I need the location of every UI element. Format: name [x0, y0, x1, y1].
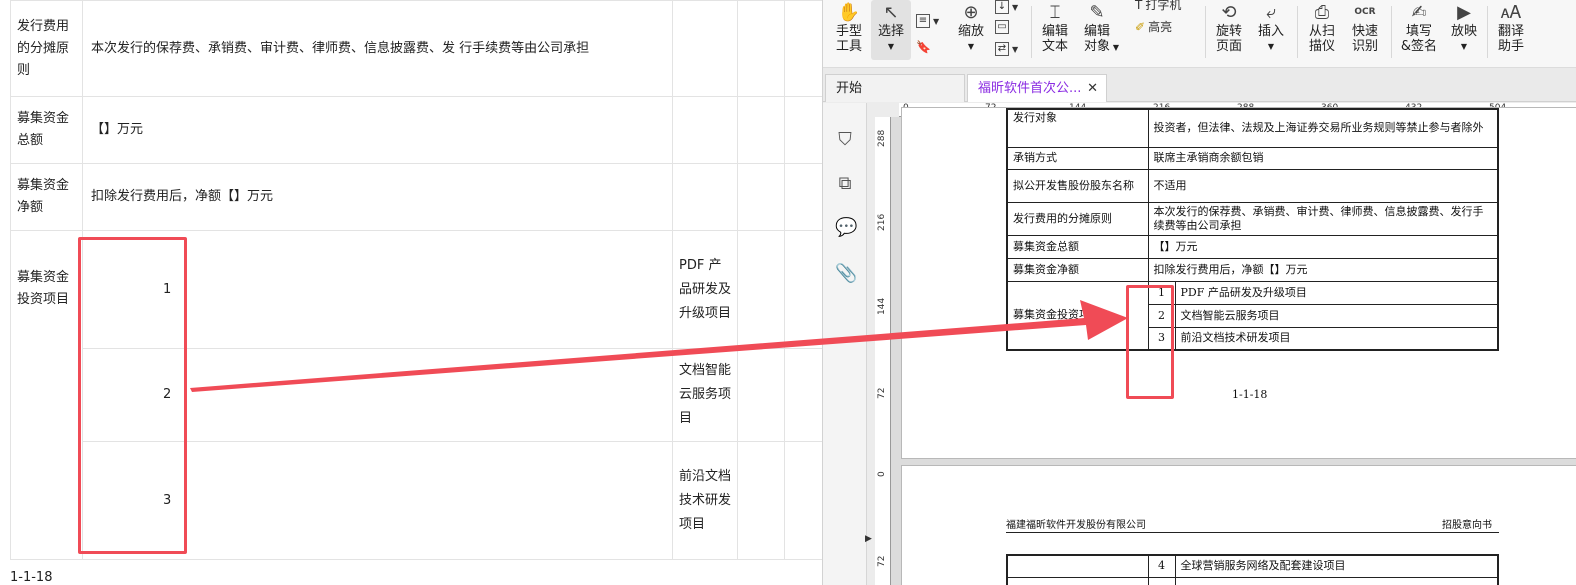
pdf-page: 发行对象 投资者，但法律、法规及上海证券交易所业务规则等禁止参与者除外 承销方式…	[901, 107, 1576, 459]
highlight-box-right	[1126, 285, 1174, 399]
table-row: 4 全球营销服务网络及配套建设项目	[1006, 554, 1499, 578]
select-tool-button[interactable]: ↖ 选择 ▼	[871, 0, 911, 60]
typewriter-button[interactable]: T 打字机	[1135, 0, 1181, 13]
company-header: 福建福昕软件开发股份有限公司	[1006, 520, 1146, 531]
edit-object-icon: ✎	[1089, 1, 1105, 23]
chevron-down-icon: ▼	[1112, 43, 1120, 52]
rotate-icon: ⟲	[1221, 1, 1237, 23]
bookmark-panel-icon[interactable]: ⛉	[835, 129, 855, 151]
highlight-box-left	[78, 237, 187, 554]
zoom-in-icon: ⊕	[963, 1, 979, 23]
pdf-table: 4 全球营销服务网络及配套建设项目	[1006, 554, 1499, 585]
hand-tool-button[interactable]: ✋ 手型 工具	[829, 0, 869, 54]
chevron-down-icon: ▼	[1267, 42, 1275, 51]
pdf-editor-window: ✋ 手型 工具 ↖ 选择 ▼ ≡ ▼ 🔖 ⊕ 缩放 ▼ ↓ ▼ ▭ ⇄ ▼ ⌶ 编辑 …	[822, 0, 1576, 585]
row-label: 发行费用的分摊原则	[10, 0, 83, 97]
scan-button[interactable]: ⎙ 从扫 描仪	[1303, 0, 1341, 54]
play-icon: ▶	[1457, 1, 1471, 23]
converted-document-view: 发行费用的分摊原则 本次发行的保荐费、承销费、审计费、律师费、信息披露费、发 行…	[0, 0, 822, 585]
bookmark-icon: 🔖	[916, 40, 931, 54]
table-row: 拟公开发售股份股东名称 不适用	[1006, 168, 1499, 203]
table-row: 发行费用的分摊原则 本次发行的保荐费、承销费、审计费、律师费、信息披露费、发 行…	[10, 0, 822, 97]
scanner-icon: ⎙	[1314, 1, 1330, 23]
insert-page-button[interactable]: ⤶ 插入 ▼	[1255, 0, 1287, 54]
invest-label: 募集资金投资项目	[10, 230, 83, 560]
tab-bar: 开始 福昕软件首次公... ✕	[823, 68, 1576, 102]
pages-panel-icon[interactable]: ⧉	[835, 173, 855, 195]
list-icon: ≡	[916, 14, 930, 28]
attachments-panel-icon[interactable]: 📎	[835, 263, 857, 285]
reflow-button[interactable]: ⇄ ▼	[995, 42, 1018, 56]
table-row: 发行对象 投资者，但法律、法规及上海证券交易所业务规则等禁止参与者除外	[1006, 108, 1499, 148]
vertical-ruler: 288 216 144 72 0 72	[875, 117, 891, 585]
translate-button[interactable]: 🗚 翻译 助手	[1491, 0, 1531, 54]
table-row: 承销方式 联席主承销商余额包销	[1006, 146, 1499, 170]
comments-panel-icon[interactable]: 💬	[835, 217, 857, 239]
sidebar-toggle-icon[interactable]: ▶	[865, 534, 873, 546]
ocr-button[interactable]: OCR 快速 识别	[1347, 0, 1383, 55]
highlight-button[interactable]: ✐ 高亮	[1135, 18, 1172, 35]
zoom-button[interactable]: ⊕ 缩放 ▼	[955, 0, 987, 54]
cursor-icon: ↖	[883, 1, 899, 23]
download-icon: ↓	[995, 0, 1009, 14]
rotate-page-button[interactable]: ⟲ 旋转 页面	[1211, 0, 1247, 54]
left-sidebar: ⛉ ⧉ 💬 📎	[823, 103, 867, 585]
pdf-table: 发行对象 投资者，但法律、法规及上海证券交易所业务规则等禁止参与者除外 承销方式…	[1006, 108, 1499, 351]
row-value: 本次发行的保荐费、承销费、审计费、律师费、信息披露费、发 行手续费等由公司承担	[82, 0, 673, 97]
pdf-page: 福建福昕软件开发股份有限公司 招股意向书 4 全球营销服务网络及配套建设项目	[901, 465, 1576, 585]
table-row: 募集资金总额 【】万元	[10, 96, 822, 164]
pen-icon: ✍	[1411, 1, 1427, 23]
row-value: 【】万元	[82, 96, 673, 164]
page-number: 1-1-18	[10, 570, 53, 585]
project-name: 文档智能云服务项目	[672, 348, 738, 442]
tab-start[interactable]: 开始	[825, 74, 965, 102]
chevron-down-icon: ▼	[1460, 42, 1468, 51]
doc-type-header: 招股意向书	[1442, 520, 1492, 531]
row-label: 募集资金总额	[10, 96, 83, 164]
close-icon[interactable]: ✕	[1087, 75, 1098, 103]
chevron-down-icon: ▼	[887, 42, 895, 51]
tab-document[interactable]: 福昕软件首次公... ✕	[967, 74, 1107, 102]
hand-icon: ✋	[837, 1, 861, 23]
table-row: 募集资金投资项目 1 PDF 产品研发及升级项目	[1006, 280, 1499, 351]
row-label: 募集资金净额	[10, 163, 83, 231]
pdf-page-number: 1-1-18	[1232, 388, 1268, 401]
table-row: 发行费用的分摊原则 本次发行的保荐费、承销费、审计费、律师费、信息披露费、发行手…	[1006, 201, 1499, 236]
project-name: PDF 产品研发及升级项目	[672, 230, 738, 349]
page-icon: ▭	[995, 20, 1009, 34]
translate-icon: 🗚	[1500, 1, 1522, 23]
page-view-button[interactable]: ↓ ▼	[995, 0, 1018, 14]
table-row: 募集资金净额 扣除发行费用后，净额【】万元	[10, 163, 822, 231]
chevron-down-icon: ▼	[967, 42, 975, 51]
typewriter-icon: T	[1135, 0, 1143, 12]
project-name: 前沿文档技术研发项目	[672, 441, 738, 560]
tab-label: 福昕软件首次公...	[978, 81, 1082, 96]
edit-object-button[interactable]: ✎ 编辑 对象 ▼	[1077, 0, 1120, 55]
select-area-button[interactable]: ≡ ▼	[916, 14, 939, 28]
table-row: 募集资金净额 扣除发行费用后，净额【】万元	[1006, 257, 1499, 282]
ribbon-toolbar: ✋ 手型 工具 ↖ 选择 ▼ ≡ ▼ 🔖 ⊕ 缩放 ▼ ↓ ▼ ▭ ⇄ ▼ ⌶ 编辑 …	[823, 0, 1576, 68]
fill-sign-button[interactable]: ✍ 填写 &签名	[1397, 0, 1441, 54]
row-value: 扣除发行费用后，净额【】万元	[82, 163, 673, 231]
table-row: 募集资金总额 【】万元	[1006, 234, 1499, 259]
edit-text-button[interactable]: ⌶ 编辑 文本	[1037, 0, 1073, 54]
slideshow-button[interactable]: ▶ 放映 ▼	[1447, 0, 1481, 54]
insert-icon: ⤶	[1265, 1, 1277, 23]
edit-text-icon: ⌶	[1049, 1, 1061, 23]
document-canvas[interactable]: 发行对象 投资者，但法律、法规及上海证券交易所业务规则等禁止参与者除外 承销方式…	[891, 107, 1576, 585]
reflow-icon: ⇄	[995, 42, 1009, 56]
bookmark-tool-button[interactable]: 🔖	[916, 40, 931, 54]
fit-page-button[interactable]: ▭	[995, 20, 1009, 34]
ocr-icon: OCR	[1354, 6, 1376, 17]
highlighter-icon: ✐	[1135, 19, 1146, 34]
